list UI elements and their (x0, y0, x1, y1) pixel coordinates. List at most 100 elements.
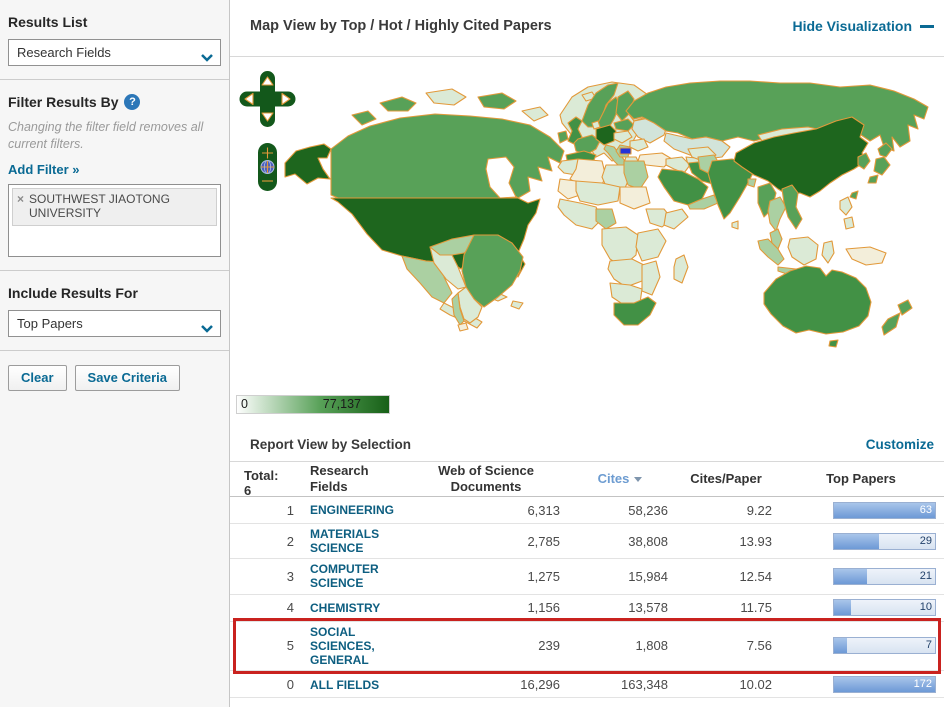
chevron-down-icon (200, 320, 214, 338)
row-top-papers: 172 (778, 675, 944, 693)
filter-heading: Filter Results By ? (8, 94, 221, 110)
table-row: 4 CHEMISTRY 1,156 13,578 11.75 10 (230, 595, 944, 622)
map-pan-control[interactable] (239, 71, 296, 127)
row-rank: 5 (286, 638, 294, 654)
top-papers-bar-fill (834, 568, 868, 584)
top-papers-bar: 172 (833, 675, 936, 693)
include-results-heading: Include Results For (8, 284, 138, 301)
include-results-section: Include Results For Top Papers (0, 285, 229, 337)
row-cites-per-paper: 13.93 (739, 533, 772, 549)
top-papers-bar-fill (834, 533, 880, 549)
cites-sort-label: Cites (597, 471, 630, 487)
top-papers-bar: 63 (833, 501, 936, 519)
row-cites-per-paper: 11.75 (740, 600, 772, 616)
sidebar: Results List Research Fields Filter Resu… (0, 0, 230, 707)
row-rank: 0 (286, 676, 294, 692)
map-legend: 0 77,137 (236, 395, 390, 414)
table-row: 2 MATERIALS SCIENCE 2,785 38,808 13.93 2… (230, 524, 944, 560)
legend-max-value: 77,137 (322, 397, 361, 411)
map-area: 0 77,137 (230, 57, 944, 428)
sidebar-divider (0, 269, 229, 271)
column-header-top-papers[interactable]: Top Papers (778, 462, 944, 496)
filter-chip-label: SOUTHWEST JIAOTONG UNIVERSITY (29, 191, 170, 221)
remove-filter-icon[interactable]: × (17, 192, 24, 221)
row-cites-per-paper: 12.54 (739, 568, 772, 584)
row-cites: 13,578 (628, 600, 668, 616)
legend-min-value: 0 (241, 397, 248, 411)
report-table: Total: 6 Research Fields Web of Science … (230, 462, 944, 699)
table-row: 3 COMPUTER SCIENCE 1,275 15,984 12.54 21 (230, 559, 944, 595)
field-link[interactable]: MATERIALS SCIENCE (310, 527, 406, 555)
results-list-heading: Results List (8, 14, 88, 30)
field-link[interactable]: ALL FIELDS (310, 678, 379, 692)
sort-descending-icon (634, 476, 643, 482)
map-countries[interactable] (284, 80, 929, 348)
report-view-header: Report View by Selection Customize (230, 428, 944, 462)
row-field: MATERIALS SCIENCE (302, 527, 406, 555)
field-link[interactable]: ENGINEERING (310, 503, 394, 517)
filter-box[interactable]: × SOUTHWEST JIAOTONG UNIVERSITY (8, 183, 221, 257)
add-filter-link[interactable]: Add Filter » (8, 162, 80, 177)
total-header: Total: 6 (230, 462, 302, 496)
row-rank: 2 (286, 533, 294, 549)
table-row: 0 ALL FIELDS 16,296 163,348 10.02 172 (230, 671, 944, 699)
help-icon[interactable]: ? (124, 94, 141, 110)
results-list-value: Research Fields (17, 45, 111, 60)
table-row: 5 SOCIAL SCIENCES, GENERAL 239 1,808 7.5… (230, 617, 944, 675)
include-results-dropdown[interactable]: Top Papers (8, 309, 221, 338)
row-field: ALL FIELDS (302, 677, 406, 692)
main-content: Map View by Top / Hot / Highly Cited Pap… (230, 0, 944, 707)
row-cites-per-paper: 10.02 (739, 676, 772, 692)
row-wos-documents: 2,785 (527, 533, 560, 549)
customize-link[interactable]: Customize (866, 437, 934, 452)
row-cites: 15,984 (628, 568, 668, 584)
clear-button[interactable]: Clear (8, 364, 67, 391)
table-row: 1 ENGINEERING 6,313 58,236 9.22 63 (230, 497, 944, 524)
row-rank: 4 (286, 600, 294, 616)
filter-chip: × SOUTHWEST JIAOTONG UNIVERSITY (12, 187, 217, 226)
results-list-dropdown[interactable]: Research Fields (8, 39, 221, 66)
row-cites-per-paper: 9.22 (746, 502, 772, 518)
top-papers-bar: 29 (833, 532, 936, 550)
top-papers-value: 172 (913, 677, 932, 690)
column-header-wos-documents[interactable]: Web of Science Documents (406, 462, 566, 496)
column-header-cites-per-paper[interactable]: Cites/Paper (674, 462, 778, 496)
top-papers-value: 21 (919, 569, 932, 582)
row-cites: 38,808 (628, 533, 668, 549)
sidebar-divider (0, 349, 229, 351)
save-criteria-button[interactable]: Save Criteria (74, 364, 181, 391)
filter-section: Filter Results By ? Changing the filter … (0, 94, 229, 257)
column-header-research-fields[interactable]: Research Fields (302, 462, 406, 496)
field-link[interactable]: COMPUTER SCIENCE (310, 562, 406, 590)
field-link[interactable]: CHEMISTRY (310, 601, 380, 615)
row-wos-documents: 16,296 (520, 676, 560, 692)
column-header-cites[interactable]: Cites (566, 462, 674, 496)
map-zoom-control[interactable] (258, 143, 277, 191)
map-view-title: Map View by Top / Hot / Highly Cited Pap… (250, 18, 552, 34)
hide-visualization-link[interactable]: Hide Visualization (792, 18, 934, 34)
row-top-papers: 10 (778, 599, 944, 617)
sidebar-buttons: Clear Save Criteria (0, 364, 229, 391)
map-view-header: Map View by Top / Hot / Highly Cited Pap… (230, 0, 944, 57)
row-field: ENGINEERING (302, 502, 406, 517)
row-field: SOCIAL SCIENCES, GENERAL (302, 625, 406, 667)
row-wos-documents: 239 (538, 638, 560, 654)
row-rank: 1 (286, 502, 294, 518)
row-top-papers: 7 (778, 637, 944, 655)
filter-note: Changing the filter field removes all cu… (8, 120, 204, 151)
minus-icon (920, 24, 934, 28)
world-map (239, 71, 929, 348)
row-field: COMPUTER SCIENCE (302, 562, 406, 590)
top-papers-bar: 7 (833, 637, 936, 655)
chevron-down-icon (200, 49, 214, 67)
field-link[interactable]: SOCIAL SCIENCES, GENERAL (310, 625, 406, 667)
esi-app: Results List Research Fields Filter Resu… (0, 0, 944, 707)
row-cites-per-paper: 7.56 (746, 638, 772, 654)
total-value: 6 (244, 483, 252, 497)
filter-heading-label: Filter Results By (8, 94, 119, 110)
top-papers-bar: 21 (833, 567, 936, 585)
results-list-section: Results List Research Fields (0, 14, 229, 66)
hide-visualization-label: Hide Visualization (792, 18, 912, 34)
top-papers-value: 29 (919, 534, 932, 547)
row-cites: 163,348 (621, 676, 668, 692)
